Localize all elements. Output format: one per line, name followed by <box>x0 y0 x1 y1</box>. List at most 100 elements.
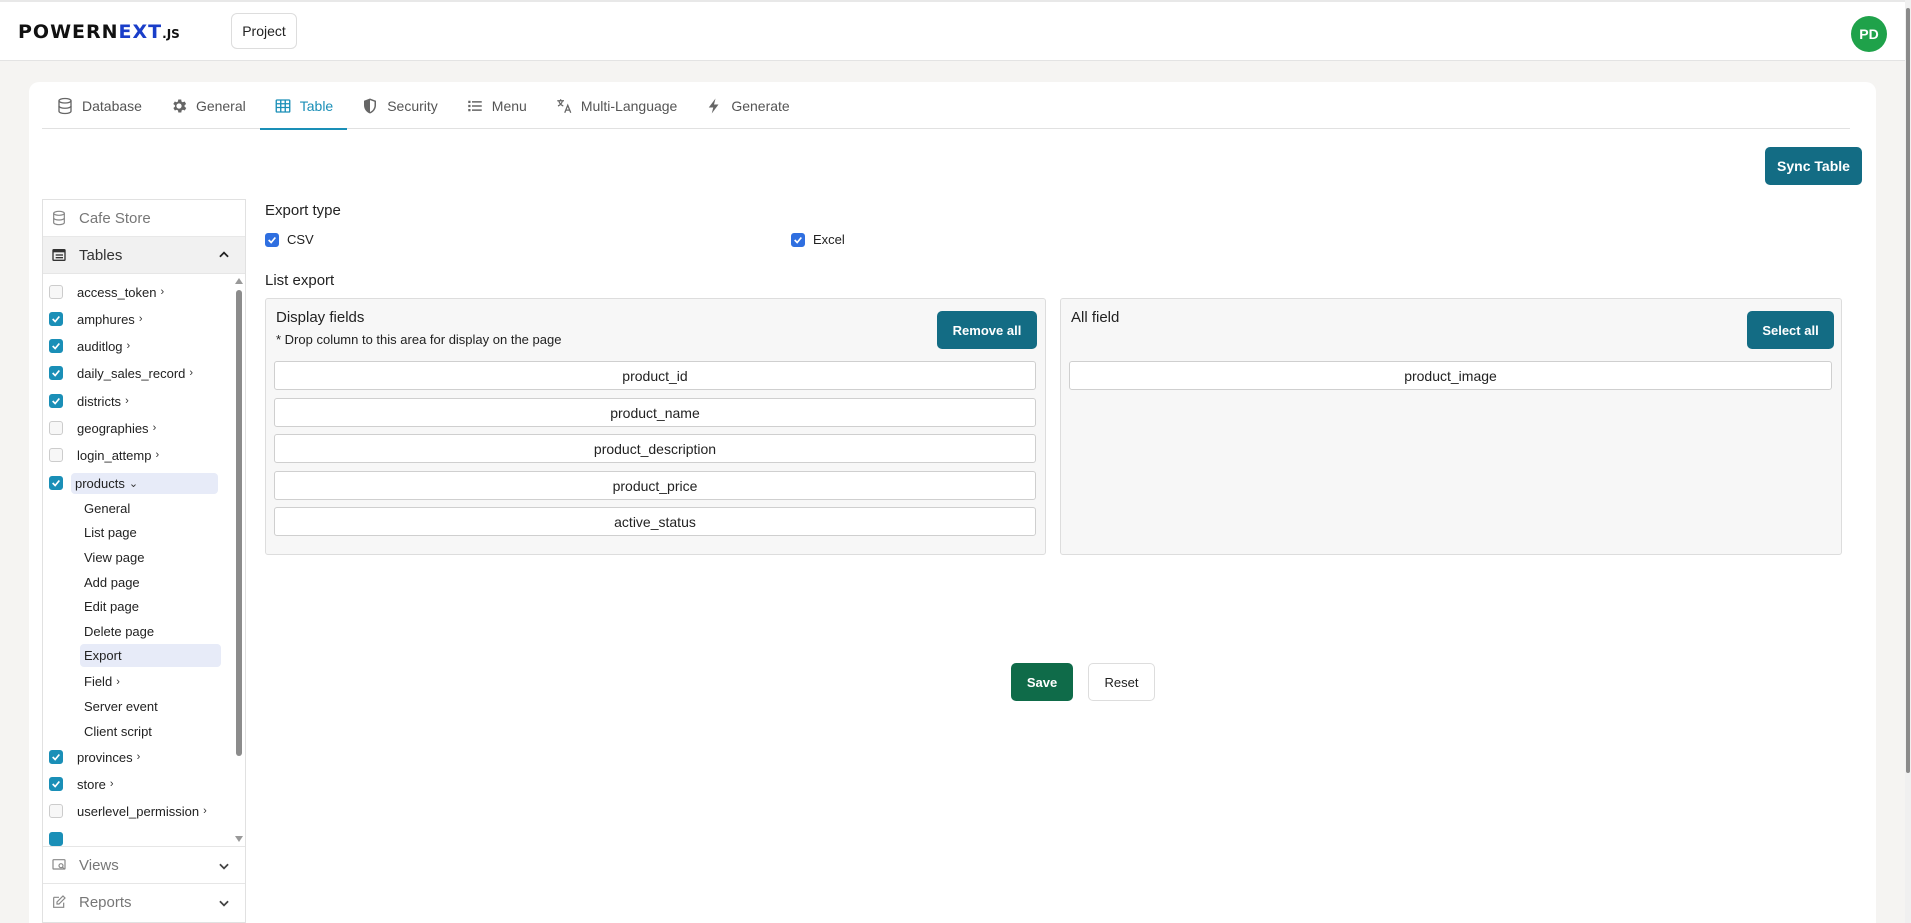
table-checkbox[interactable] <box>49 476 63 490</box>
subitem-view-page[interactable]: View page <box>80 546 221 569</box>
table-name: access_token <box>77 284 157 300</box>
table-checkbox[interactable] <box>49 777 63 791</box>
subitem-delete-page[interactable]: Delete page <box>80 620 221 643</box>
chevron-right-icon: › <box>160 286 165 298</box>
tab-security[interactable]: Security <box>347 82 452 129</box>
excel-checkbox[interactable] <box>791 232 805 247</box>
table-name: provinces <box>77 749 133 765</box>
table-checkbox[interactable] <box>49 804 63 818</box>
table-tree: access_token › amphures › auditlog › daily_… <box>43 274 245 846</box>
chevron-right-icon: › <box>203 805 207 817</box>
csv-checkbox[interactable] <box>265 232 279 247</box>
display-fields-hint: * Drop column to this area for display o… <box>276 332 562 347</box>
subitem-general[interactable]: General <box>80 497 221 520</box>
select-all-button[interactable]: Select all <box>1747 311 1834 349</box>
table-checkbox[interactable] <box>49 448 63 462</box>
views-label: Views <box>79 856 119 874</box>
table-checkbox[interactable] <box>49 366 63 380</box>
sidebar-tables-header[interactable]: Tables <box>43 237 245 274</box>
chevron-down-icon[interactable] <box>217 859 231 873</box>
database-icon <box>58 97 72 114</box>
tab-label: Database <box>82 97 142 114</box>
sidebar-views[interactable]: Views <box>43 846 245 883</box>
chevron-right-icon: › <box>136 751 141 763</box>
display-field-item[interactable]: product_price <box>274 471 1036 500</box>
display-field-item[interactable]: product_description <box>274 434 1036 463</box>
chevron-right-icon: › <box>152 422 157 434</box>
chevron-down-icon: ⌄ <box>128 477 139 490</box>
subitem-label: Field <box>84 674 113 689</box>
table-item-amphures[interactable]: amphures › <box>49 307 144 331</box>
tab-menu[interactable]: Menu <box>452 82 541 129</box>
main-card: Database General Table Security Menu Mul… <box>29 82 1876 923</box>
save-button[interactable]: Save <box>1011 663 1073 701</box>
table-item-products[interactable]: products ⌄ <box>49 471 218 495</box>
sync-table-button[interactable]: Sync Table <box>1765 147 1862 185</box>
table-item-auditlog[interactable]: auditlog › <box>49 334 132 358</box>
table-name: store <box>77 776 106 792</box>
tab-label: Security <box>387 97 438 114</box>
display-fields-panel[interactable]: Display fields * Drop column to this are… <box>265 298 1046 555</box>
chevron-right-icon: › <box>109 778 114 790</box>
chevron-right-icon: › <box>138 313 143 325</box>
table-checkbox[interactable] <box>49 750 63 764</box>
table-item-partial[interactable] <box>49 827 63 846</box>
table-checkbox[interactable] <box>49 285 63 299</box>
sidebar-reports[interactable]: Reports <box>43 883 245 920</box>
chevron-right-icon: › <box>155 449 160 461</box>
database-icon <box>53 210 65 226</box>
table-name: userlevel_permission <box>77 803 200 819</box>
table-checkbox[interactable] <box>49 832 63 846</box>
app-logo[interactable]: POWERNEXT.JS <box>18 21 180 43</box>
table-checkbox[interactable] <box>49 339 63 353</box>
reset-button[interactable]: Reset <box>1088 663 1155 701</box>
user-avatar[interactable]: PD <box>1851 16 1887 52</box>
excel-option[interactable]: Excel <box>791 232 845 247</box>
display-field-item[interactable]: active_status <box>274 507 1036 536</box>
subitem-list-page[interactable]: List page <box>80 521 221 544</box>
sidebar-database[interactable]: Cafe Store <box>43 200 245 237</box>
tab-generate[interactable]: Generate <box>691 82 803 129</box>
table-item-access-token[interactable]: access_token › <box>49 280 166 304</box>
page-scrollbar[interactable] <box>1905 0 1911 923</box>
subitem-client-script[interactable]: Client script <box>80 720 221 743</box>
subitem-field[interactable]: Field › <box>80 670 221 693</box>
table-checkbox[interactable] <box>49 312 63 326</box>
tab-label: Multi-Language <box>580 97 678 114</box>
subitem-server-event[interactable]: Server event <box>80 695 221 718</box>
table-item-districts[interactable]: districts › <box>49 389 131 413</box>
table-name: daily_sales_record <box>77 365 186 381</box>
table-checkbox[interactable] <box>49 394 63 408</box>
remove-all-button[interactable]: Remove all <box>937 311 1037 349</box>
bolt-icon <box>709 98 719 113</box>
project-button[interactable]: Project <box>231 13 297 49</box>
chevron-right-icon: › <box>125 395 129 407</box>
top-bar: POWERNEXT.JS Project PD <box>0 0 1911 61</box>
subitem-edit-page[interactable]: Edit page <box>80 595 221 618</box>
chevron-up-icon[interactable] <box>217 248 231 262</box>
subitem-add-page[interactable]: Add page <box>80 571 221 594</box>
gear-icon <box>173 98 187 113</box>
available-field-item[interactable]: product_image <box>1069 361 1832 390</box>
edit-report-icon <box>53 895 66 908</box>
subitem-export[interactable]: Export <box>80 644 221 667</box>
database-name: Cafe Store <box>79 209 151 227</box>
tree-scrollbar[interactable] <box>234 274 244 846</box>
table-item-store[interactable]: store › <box>49 772 116 796</box>
table-item-login-attemp[interactable]: login_attemp › <box>49 443 161 467</box>
export-type-heading: Export type <box>265 202 341 219</box>
tab-table[interactable]: Table <box>259 82 348 130</box>
chevron-down-icon[interactable] <box>217 896 231 910</box>
display-field-item[interactable]: product_id <box>274 361 1036 390</box>
table-item-provinces[interactable]: provinces › <box>49 745 142 769</box>
table-item-daily-sales-record[interactable]: daily_sales_record › <box>49 361 195 385</box>
display-field-item[interactable]: product_name <box>274 398 1036 427</box>
table-item-userlevel-permission[interactable]: userlevel_permission › <box>49 799 209 823</box>
tab-database[interactable]: Database <box>42 82 156 129</box>
csv-option[interactable]: CSV <box>265 232 314 247</box>
table-checkbox[interactable] <box>49 421 63 435</box>
table-item-geographies[interactable]: geographies › <box>49 416 158 440</box>
tab-multi-language[interactable]: Multi-Language <box>541 82 692 129</box>
tab-general[interactable]: General <box>156 82 260 129</box>
all-fields-panel[interactable]: All field Select all product_image <box>1060 298 1842 555</box>
